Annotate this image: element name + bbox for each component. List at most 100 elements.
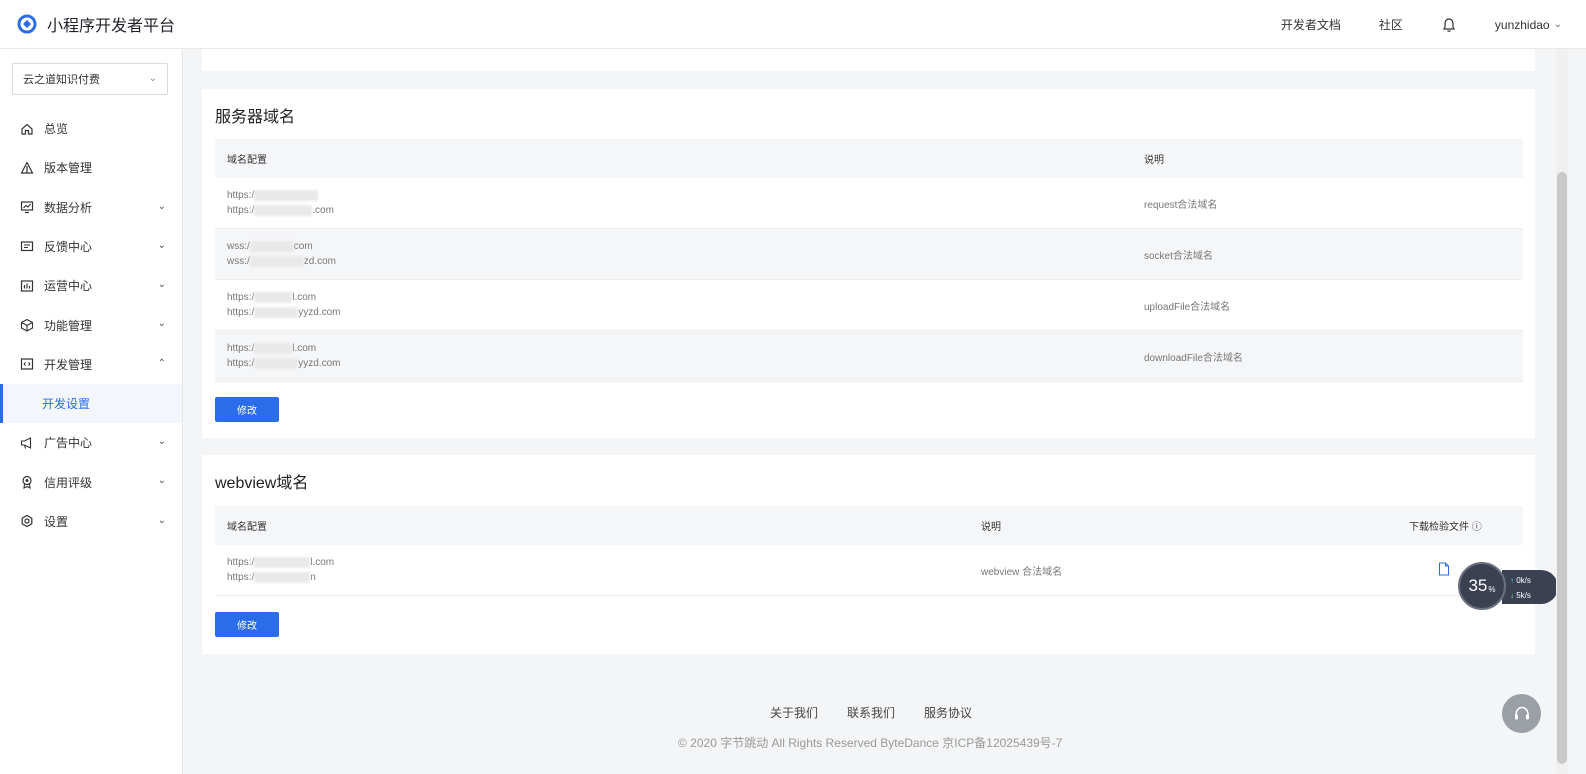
redacted-text bbox=[249, 240, 294, 252]
section-title: 服务器域名 bbox=[215, 109, 296, 126]
speed-panel: ↑ 0k/s ↓ 5k/s bbox=[1502, 570, 1558, 604]
sidebar-item-credit[interactable]: 信用评级 ⌄ bbox=[0, 462, 182, 501]
redacted-text bbox=[254, 357, 299, 369]
domain-suffix: l.com bbox=[310, 557, 335, 568]
app-selector[interactable]: 云之道知识付费 ⌄ bbox=[12, 63, 168, 95]
domain-suffix: l.com bbox=[292, 292, 317, 303]
column-header: 域名配置 bbox=[227, 155, 267, 166]
brand[interactable]: 小程序开发者平台 bbox=[0, 12, 175, 36]
column-header: 域名配置 bbox=[227, 522, 267, 533]
domain-prefix: https:/ bbox=[227, 292, 255, 303]
domain-prefix: https:/ bbox=[227, 343, 255, 354]
top-nav: 开发者文档 社区 yunzhidao ⌄ bbox=[1243, 0, 1562, 49]
scrollbar-thumb[interactable] bbox=[1557, 172, 1567, 764]
sidebar-item-overview[interactable]: 总览 bbox=[0, 109, 182, 148]
table-row: wss:/ com wss:/ zd.com socket合法域名 bbox=[215, 229, 1523, 280]
sidebar-item-label: 版本管理 bbox=[44, 161, 93, 176]
sidebar-item-version[interactable]: 版本管理 bbox=[0, 148, 182, 187]
network-speed-widget[interactable]: ↑ 0k/s ↓ 5k/s 35% bbox=[1458, 562, 1568, 610]
sidebar-item-label: 广告中心 bbox=[44, 436, 93, 451]
domain-list: wss:/ com wss:/ zd.com bbox=[227, 239, 336, 269]
sidebar-item-label: 总览 bbox=[44, 122, 69, 137]
cube-icon bbox=[20, 318, 34, 332]
app-selector-value: 云之道知识付费 bbox=[23, 74, 100, 86]
previous-section-card bbox=[202, 49, 1535, 71]
domain-prefix: https:/ bbox=[227, 358, 255, 369]
redacted-text bbox=[254, 306, 299, 318]
table-row: https:/ l.com https:/ yyzd.com downloadFil… bbox=[215, 331, 1523, 382]
edit-webview-domain-button[interactable]: 修改 bbox=[215, 612, 279, 637]
server-domain-table: 域名配置 说明 https:/ https:/.com request合法域名 … bbox=[215, 139, 1523, 382]
sidebar: 云之道知识付费 ⌄ 总览 版本管理 数据分析 ⌄ 反馈中心 ⌄ 运营中心 ⌄ 功… bbox=[0, 49, 183, 774]
sidebar-item-feedback[interactable]: 反馈中心 ⌄ bbox=[0, 227, 182, 266]
redacted-text bbox=[254, 571, 311, 583]
edit-server-domain-button[interactable]: 修改 bbox=[215, 397, 279, 422]
sidebar-item-settings[interactable]: 设置 ⌄ bbox=[0, 502, 182, 541]
domain-prefix: wss:/ bbox=[227, 256, 250, 267]
domain-prefix: https:/ bbox=[227, 307, 255, 318]
domain-suffix: l.com bbox=[292, 343, 317, 354]
redacted-text bbox=[254, 342, 293, 354]
file-download-icon[interactable] bbox=[1438, 562, 1450, 576]
top-header: 小程序开发者平台 开发者文档 社区 yunzhidao ⌄ bbox=[0, 0, 1586, 49]
nav-community[interactable]: 社区 bbox=[1379, 16, 1403, 33]
sidebar-item-label: 设置 bbox=[44, 514, 69, 529]
domain-prefix: https:/ bbox=[227, 572, 255, 583]
domain-description: socket合法域名 bbox=[1144, 250, 1213, 262]
domain-prefix: https:/ bbox=[227, 557, 255, 568]
domain-description: request合法域名 bbox=[1144, 199, 1218, 211]
webview-domain-card: webview域名 域名配置 说明 下载检验文件 ⓘ https:/ l.com … bbox=[202, 455, 1535, 654]
bell-icon[interactable] bbox=[1441, 17, 1457, 33]
chevron-up-icon: ⌃ bbox=[157, 357, 166, 369]
version-icon bbox=[20, 161, 34, 174]
domain-list: https:/ l.com https:/ n bbox=[227, 555, 334, 585]
sidebar-item-data-analysis[interactable]: 数据分析 ⌄ bbox=[0, 188, 182, 227]
download-speed: 5k/s bbox=[1516, 591, 1531, 600]
sidebar-item-dev-settings[interactable]: 开发设置 bbox=[0, 384, 182, 424]
headset-icon bbox=[1514, 706, 1529, 719]
badge-icon bbox=[22, 475, 32, 489]
table-row: https:/ l.com https:/ yyzd.com uploadFile合… bbox=[215, 280, 1523, 331]
username: yunzhidao bbox=[1494, 17, 1550, 32]
chevron-down-icon: ⌄ bbox=[157, 279, 166, 291]
domain-suffix: com bbox=[293, 241, 313, 252]
operation-icon bbox=[20, 280, 34, 292]
sidebar-item-label: 运营中心 bbox=[44, 279, 93, 294]
sidebar-item-label: 功能管理 bbox=[44, 318, 93, 333]
support-button[interactable] bbox=[1502, 694, 1541, 733]
download-arrow-icon: ↓ bbox=[1510, 591, 1514, 600]
sidebar-item-ads[interactable]: 广告中心 ⌄ bbox=[0, 423, 182, 462]
sidebar-item-features[interactable]: 功能管理 ⌄ bbox=[0, 305, 182, 344]
domain-description: uploadFile合法域名 bbox=[1144, 301, 1231, 313]
chevron-down-icon: ⌄ bbox=[157, 475, 166, 487]
chevron-down-icon: ⌄ bbox=[157, 318, 166, 330]
chevron-down-icon: ⌄ bbox=[157, 200, 166, 212]
column-header: 下载检验文件 ⓘ bbox=[1409, 522, 1482, 533]
sidebar-item-dev-management[interactable]: 开发管理 ⌃ bbox=[0, 345, 182, 384]
domain-prefix: wss:/ bbox=[227, 241, 250, 252]
redacted-text bbox=[254, 189, 319, 201]
user-menu[interactable]: yunzhidao ⌄ bbox=[1495, 18, 1562, 32]
domain-suffix: yyzd.com bbox=[298, 358, 341, 369]
column-header: 说明 bbox=[981, 522, 1001, 533]
megaphone-icon bbox=[20, 436, 32, 449]
domain-description: webview 合法域名 bbox=[981, 566, 1063, 578]
redacted-text bbox=[254, 556, 311, 568]
footer-link-contact[interactable]: 联系我们 bbox=[847, 704, 895, 721]
memory-usage-circle: 35% bbox=[1458, 562, 1506, 610]
table-header: 域名配置 说明 bbox=[215, 139, 1523, 178]
footer-link-terms[interactable]: 服务协议 bbox=[924, 704, 972, 721]
sidebar-item-operation[interactable]: 运营中心 ⌄ bbox=[0, 266, 182, 305]
domain-list: https:/ l.com https:/ yyzd.com bbox=[227, 341, 340, 371]
footer-link-about[interactable]: 关于我们 bbox=[770, 704, 818, 721]
domain-prefix: https:/ bbox=[227, 190, 255, 201]
redacted-text bbox=[254, 204, 313, 216]
domain-suffix: yyzd.com bbox=[298, 307, 341, 318]
chevron-down-icon: ⌄ bbox=[157, 239, 166, 251]
domain-suffix: zd.com bbox=[303, 256, 337, 267]
gear-icon bbox=[21, 515, 33, 528]
nav-dev-docs[interactable]: 开发者文档 bbox=[1281, 16, 1341, 33]
feedback-icon bbox=[20, 240, 34, 251]
domain-list: https:/ https:/ .com bbox=[227, 188, 334, 218]
code-icon bbox=[20, 358, 34, 371]
